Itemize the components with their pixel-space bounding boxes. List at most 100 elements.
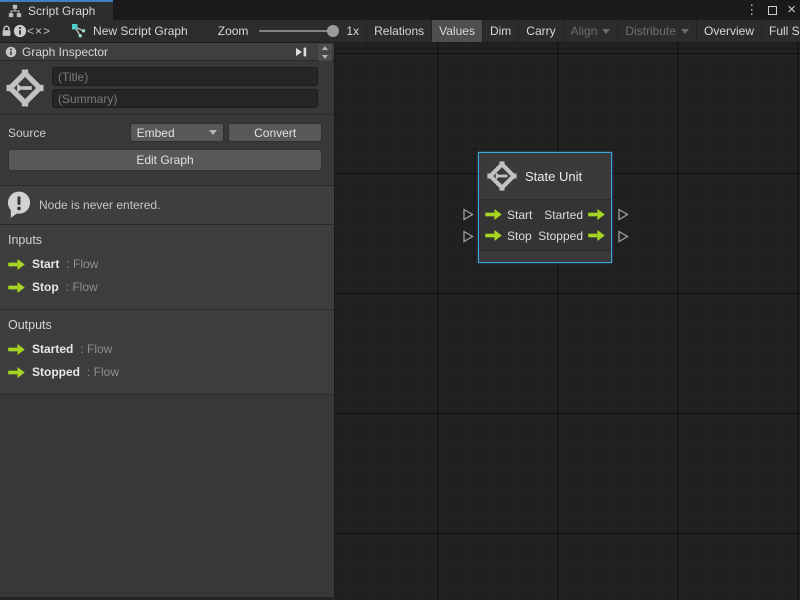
scroll-down-button[interactable] bbox=[318, 53, 332, 61]
code-preview-button[interactable]: <×> bbox=[27, 20, 51, 42]
current-graph-label: New Script Graph bbox=[64, 20, 195, 42]
script-graph-asset-icon bbox=[71, 23, 87, 39]
source-row: Source Embed Convert bbox=[0, 115, 334, 142]
edit-graph-label: Edit Graph bbox=[136, 153, 193, 167]
warning-text: Node is never entered. bbox=[39, 198, 160, 212]
toolbar-button-carry[interactable]: Carry bbox=[518, 20, 562, 42]
node-footer bbox=[479, 251, 611, 262]
flow-arrow-icon bbox=[8, 367, 25, 378]
graph-title-input[interactable] bbox=[52, 67, 318, 86]
connection-anchor-left-stop[interactable] bbox=[462, 230, 474, 243]
port-name: Stopped bbox=[32, 365, 80, 379]
graph-title-block bbox=[0, 61, 334, 114]
window-menu-icon[interactable]: ⋮ bbox=[745, 2, 758, 18]
state-unit-icon bbox=[487, 161, 517, 191]
window-tab-bar: Script Graph ⋮ × bbox=[0, 0, 800, 20]
graph-summary-input[interactable] bbox=[52, 89, 318, 108]
node-port-row: Stop Stopped bbox=[485, 225, 605, 246]
dock-toggle-icon[interactable] bbox=[295, 46, 308, 58]
maximize-icon[interactable] bbox=[768, 6, 777, 15]
info-icon bbox=[13, 24, 27, 38]
lock-icon bbox=[0, 24, 13, 38]
button-label: Carry bbox=[526, 24, 555, 38]
inspector-toggle-button[interactable] bbox=[13, 20, 27, 42]
node-title: State Unit bbox=[525, 169, 582, 184]
port-label: Started bbox=[544, 208, 583, 222]
inputs-title: Inputs bbox=[8, 233, 326, 247]
convert-label: Convert bbox=[254, 126, 296, 140]
output-port-stopped[interactable] bbox=[588, 230, 605, 241]
port-label: Stopped bbox=[538, 229, 583, 243]
flow-arrow-icon bbox=[8, 259, 25, 270]
triangle-up-icon bbox=[322, 46, 328, 50]
state-graph-icon bbox=[6, 69, 44, 107]
graph-canvas[interactable]: State Unit Start Started bbox=[336, 43, 800, 600]
warning-bubble-icon bbox=[6, 191, 32, 219]
toolbar-button-fullscreen[interactable]: Full Screen bbox=[761, 20, 800, 42]
port-type: : Flow bbox=[66, 257, 98, 271]
button-label: Align bbox=[571, 24, 598, 38]
button-label: Dim bbox=[490, 24, 511, 38]
inspector-header: Graph Inspector bbox=[0, 43, 334, 61]
source-dropdown-value: Embed bbox=[137, 126, 175, 140]
panel-scrollbar bbox=[318, 44, 332, 61]
tab-script-graph[interactable]: Script Graph bbox=[0, 0, 113, 20]
toolbar-button-relations[interactable]: Relations bbox=[366, 20, 431, 42]
chevron-down-icon bbox=[681, 29, 689, 34]
input-port-start[interactable] bbox=[485, 209, 502, 220]
port-row-start: Start : Flow bbox=[8, 257, 326, 271]
toolbar-button-values[interactable]: Values bbox=[431, 20, 482, 42]
port-label: Start bbox=[507, 208, 532, 222]
port-type: : Flow bbox=[87, 365, 119, 379]
inspector-title: Graph Inspector bbox=[22, 45, 108, 59]
zoom-slider[interactable] bbox=[255, 20, 341, 42]
inputs-section: Inputs Start : Flow Stop : Flow bbox=[0, 225, 334, 310]
source-dropdown[interactable]: Embed bbox=[130, 123, 225, 142]
zoom-slider-handle[interactable] bbox=[327, 25, 339, 37]
connection-anchor-right-stopped[interactable] bbox=[617, 230, 629, 243]
scroll-up-button[interactable] bbox=[318, 44, 332, 52]
node-port-row: Start Started bbox=[485, 204, 605, 225]
port-name: Started bbox=[32, 342, 73, 356]
port-type: : Flow bbox=[66, 280, 98, 294]
toolbar-button-distribute[interactable]: Distribute bbox=[617, 20, 696, 42]
button-label: Distribute bbox=[625, 24, 676, 38]
input-port-stop[interactable] bbox=[485, 230, 502, 241]
toolbar-button-dim[interactable]: Dim bbox=[482, 20, 518, 42]
toolbar-button-align[interactable]: Align bbox=[563, 20, 618, 42]
close-icon[interactable]: × bbox=[787, 5, 796, 15]
connection-anchor-left-start[interactable] bbox=[462, 208, 474, 221]
graph-name-text: New Script Graph bbox=[93, 24, 188, 38]
toolbar-button-overview[interactable]: Overview bbox=[696, 20, 761, 42]
port-name: Start bbox=[32, 257, 59, 271]
outputs-section: Outputs Started : Flow Stopped : Flow bbox=[0, 310, 334, 395]
graph-inspector-panel: Graph Inspector Source Embed Con bbox=[0, 43, 335, 597]
node-header[interactable]: State Unit bbox=[479, 153, 611, 199]
graph-toolbar: <×> New Script Graph Zoom 1x Relations V… bbox=[0, 20, 800, 43]
port-name: Stop bbox=[32, 280, 59, 294]
port-row-started: Started : Flow bbox=[8, 342, 326, 356]
port-label: Stop bbox=[507, 229, 532, 243]
lock-button[interactable] bbox=[0, 20, 13, 42]
port-row-stopped: Stopped : Flow bbox=[8, 365, 326, 379]
state-unit-node[interactable]: State Unit Start Started bbox=[478, 152, 612, 263]
connection-anchor-right-started[interactable] bbox=[617, 208, 629, 221]
convert-button[interactable]: Convert bbox=[228, 123, 322, 142]
edit-graph-button[interactable]: Edit Graph bbox=[8, 149, 322, 171]
zoom-value: 1x bbox=[341, 20, 364, 42]
code-icon: <×> bbox=[27, 24, 51, 38]
button-label: Full Screen bbox=[769, 24, 800, 38]
outputs-title: Outputs bbox=[8, 318, 326, 332]
chevron-down-icon bbox=[209, 130, 217, 135]
warning-box: Node is never entered. bbox=[0, 185, 334, 225]
info-icon bbox=[5, 46, 17, 58]
port-type: : Flow bbox=[80, 342, 112, 356]
node-body: Start Started Stop Stopped bbox=[479, 199, 611, 251]
script-graph-tab-icon bbox=[8, 4, 22, 18]
flow-arrow-icon bbox=[8, 344, 25, 355]
output-port-started[interactable] bbox=[588, 209, 605, 220]
button-label: Overview bbox=[704, 24, 754, 38]
tab-label: Script Graph bbox=[28, 4, 95, 18]
zoom-slider-track[interactable] bbox=[259, 30, 337, 32]
chevron-down-icon bbox=[602, 29, 610, 34]
